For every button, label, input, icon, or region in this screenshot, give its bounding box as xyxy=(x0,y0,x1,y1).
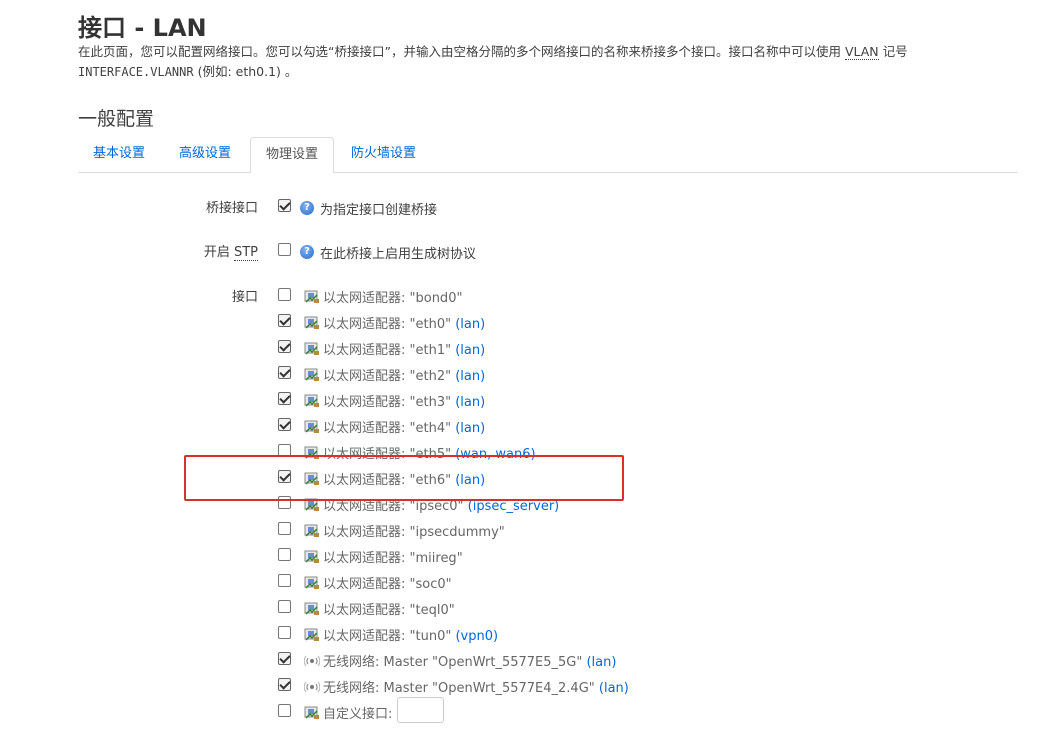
bridge-checkbox[interactable] xyxy=(278,199,291,212)
interface-checkbox[interactable] xyxy=(278,600,291,613)
interface-name: 以太网适配器: "teql0" xyxy=(323,603,455,618)
tab-advanced[interactable]: 高级设置 xyxy=(164,137,246,171)
stp-checkbox[interactable] xyxy=(278,243,291,256)
interface-checkbox[interactable] xyxy=(278,704,291,717)
interface-checkbox[interactable] xyxy=(278,548,291,561)
ethernet-icon xyxy=(304,393,320,407)
page-title: 接口 - LAN xyxy=(78,14,207,42)
interface-name: 以太网适配器: "ipsec0" xyxy=(323,499,468,514)
ethernet-icon xyxy=(304,575,320,589)
network-link[interactable]: (lan) xyxy=(455,421,485,436)
interface-name: 以太网适配器: "tun0" xyxy=(323,629,456,644)
vlan-notation: INTERFACE.VLANNR xyxy=(78,65,194,79)
interface-label: 以太网适配器: "eth1" (lan) xyxy=(323,339,485,358)
interface-label: 以太网适配器: "eth2" (lan) xyxy=(323,365,485,384)
ethernet-icon xyxy=(304,705,320,719)
interface-name: 以太网适配器: "eth4" xyxy=(323,421,456,436)
custom-interface-input[interactable] xyxy=(397,697,444,723)
ethernet-icon xyxy=(304,523,320,537)
help-icon: ? xyxy=(300,201,314,215)
description-text: 在此页面，您可以配置网络接口。您可以勾选“桥接接口”，并输入由空格分隔的多个网络… xyxy=(78,44,845,59)
ethernet-icon xyxy=(304,419,320,433)
interface-name: 以太网适配器: "eth3" xyxy=(323,395,456,410)
interface-checkbox[interactable] xyxy=(278,626,291,639)
interface-name: 以太网适配器: "bond0" xyxy=(323,291,463,306)
interface-label: 以太网适配器: "teql0" xyxy=(323,599,455,618)
stp-description: 在此桥接上启用生成树协议 xyxy=(320,247,477,262)
interface-checkbox[interactable] xyxy=(278,340,291,353)
interface-checkbox[interactable] xyxy=(278,678,291,691)
bridge-description: 为指定接口创建桥接 xyxy=(320,203,438,218)
ethernet-icon xyxy=(304,627,320,641)
ethernet-icon xyxy=(304,315,320,329)
interface-label: 以太网适配器: "eth4" (lan) xyxy=(323,417,485,436)
ethernet-icon xyxy=(304,289,320,303)
interface-label: 自定义接口: xyxy=(323,703,392,722)
interface-label: 以太网适配器: "soc0" xyxy=(323,573,452,592)
ethernet-icon xyxy=(304,549,320,563)
bridge-label: 桥接接口 xyxy=(205,201,258,216)
network-link[interactable]: (lan) xyxy=(455,343,485,358)
vlan-abbr: VLAN xyxy=(844,44,879,60)
help-icon: ? xyxy=(300,245,314,259)
tab-bar: 基本设置 高级设置 物理设置 防火墙设置 xyxy=(78,137,1018,173)
interfaces-label: 接口 xyxy=(231,290,258,305)
interface-checkbox[interactable] xyxy=(278,366,291,379)
wifi-icon xyxy=(303,679,321,693)
interface-label: 以太网适配器: "miireg" xyxy=(323,547,463,566)
interface-label: 以太网适配器: "tun0" (vpn0) xyxy=(323,625,498,644)
interface-checkbox[interactable] xyxy=(278,652,291,665)
interface-name: 以太网适配器: "miireg" xyxy=(323,551,463,566)
description-example: (例如: eth0.1) 。 xyxy=(193,64,298,79)
network-link[interactable]: (vpn0) xyxy=(455,629,498,644)
interface-name: 无线网络: Master "OpenWrt_5577E4_2.4G" xyxy=(323,681,599,696)
interface-label: 以太网适配器: "eth0" (lan) xyxy=(323,313,485,332)
network-link[interactable]: (lan) xyxy=(599,681,629,696)
ethernet-icon xyxy=(304,367,320,381)
interface-name: 以太网适配器: "eth2" xyxy=(323,369,456,384)
tab-physical[interactable]: 物理设置 xyxy=(250,137,335,173)
wifi-icon xyxy=(303,653,321,667)
network-link[interactable]: (ipsec_server) xyxy=(468,499,560,514)
interface-name: 以太网适配器: "ipsecdummy" xyxy=(323,525,505,540)
interface-name: 以太网适配器: "eth0" xyxy=(323,317,456,332)
interface-name: 无线网络: Master "OpenWrt_5577E5_5G" xyxy=(323,655,587,670)
tab-basic[interactable]: 基本设置 xyxy=(78,137,160,171)
interface-checkbox[interactable] xyxy=(278,314,291,327)
interface-name: 以太网适配器: "soc0" xyxy=(323,577,452,592)
interface-checkbox[interactable] xyxy=(278,288,291,301)
highlight-box xyxy=(184,455,624,501)
interface-label: 无线网络: Master "OpenWrt_5577E4_2.4G" (lan) xyxy=(323,677,629,696)
network-link[interactable]: (lan) xyxy=(586,655,616,670)
stp-label-text: 开启 xyxy=(203,245,234,260)
interface-label: 无线网络: Master "OpenWrt_5577E5_5G" (lan) xyxy=(323,651,616,670)
interface-checkbox[interactable] xyxy=(278,574,291,587)
section-title: 一般配置 xyxy=(78,108,155,130)
interface-checkbox[interactable] xyxy=(278,522,291,535)
page-description: 在此页面，您可以配置网络接口。您可以勾选“桥接接口”，并输入由空格分隔的多个网络… xyxy=(78,42,1038,82)
interface-label: 以太网适配器: "bond0" xyxy=(323,287,462,306)
network-link[interactable]: (lan) xyxy=(455,395,485,410)
stp-label: 开启 STP xyxy=(78,241,258,261)
stp-abbr: STP xyxy=(233,245,258,261)
interface-checkbox[interactable] xyxy=(278,392,291,405)
interface-name: 以太网适配器: "eth1" xyxy=(323,343,456,358)
tab-firewall[interactable]: 防火墙设置 xyxy=(336,137,431,171)
interface-label: 以太网适配器: "eth3" (lan) xyxy=(323,391,485,410)
interface-checkbox[interactable] xyxy=(278,418,291,431)
network-link[interactable]: (lan) xyxy=(455,369,485,384)
ethernet-icon xyxy=(304,341,320,355)
ethernet-icon xyxy=(304,601,320,615)
interface-label: 以太网适配器: "ipsecdummy" xyxy=(323,521,505,540)
description-text-end: 记号 xyxy=(878,44,908,59)
network-link[interactable]: (lan) xyxy=(455,317,485,332)
interface-name: 自定义接口: xyxy=(323,707,393,722)
